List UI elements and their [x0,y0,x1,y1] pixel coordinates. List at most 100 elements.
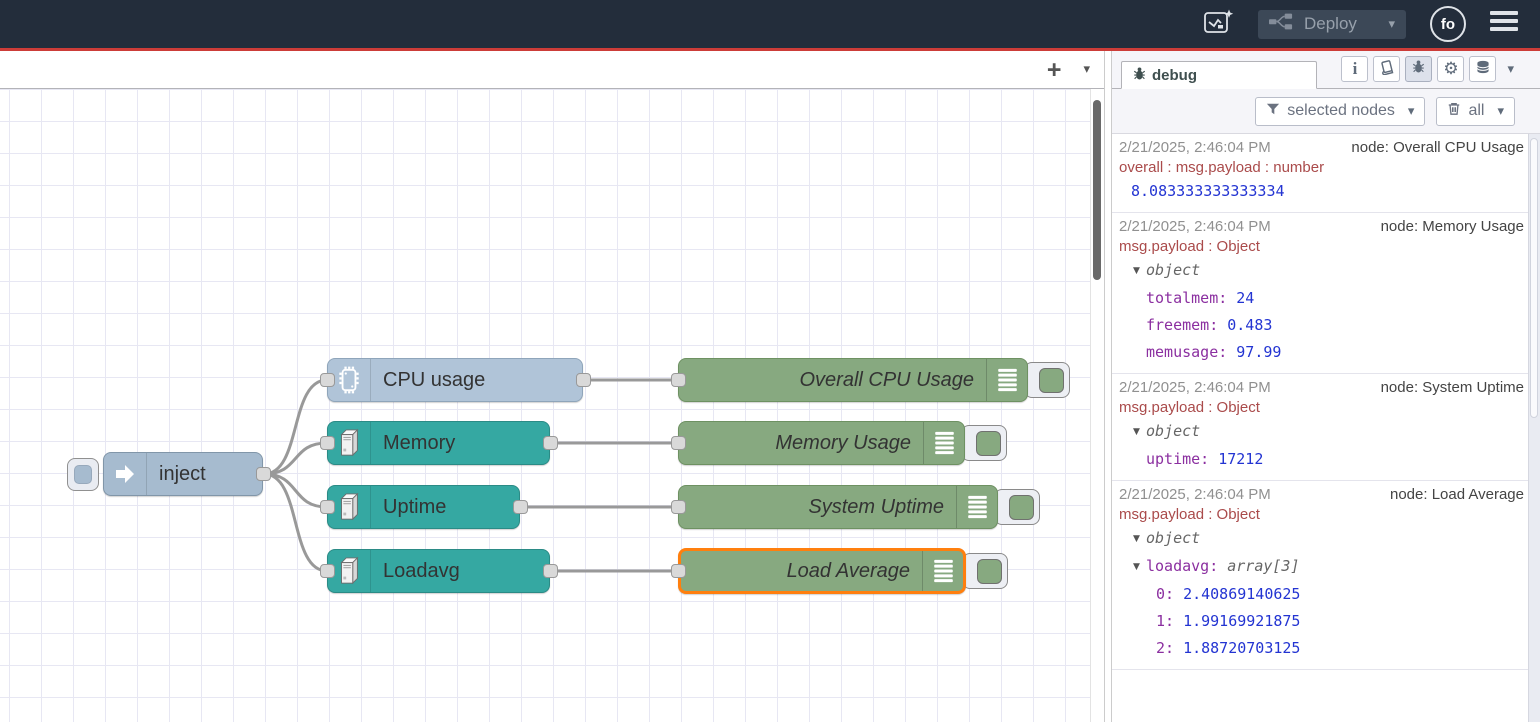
hamburger-menu-icon[interactable] [1490,11,1518,37]
bug-icon [1411,59,1426,79]
debug-toggle-cpu[interactable] [1024,362,1070,398]
message-value-row: totalmem:24 [1119,285,1524,312]
flow-canvas[interactable]: inject CPU usage [0,89,1104,722]
node-red-app: Deploy ▾ fo + ▾ [0,0,1540,722]
debug-toggle-memory[interactable] [961,425,1007,461]
node-label: Loadavg [371,560,549,583]
message-property: msg.payload : Object [1119,398,1524,418]
collapse-caret-icon[interactable]: ▼ [1133,526,1146,553]
port-inject-out[interactable] [256,467,271,481]
message-value-row: freemem:0.483 [1119,312,1524,339]
debug-tab-button[interactable] [1405,56,1432,82]
node-debug-uptime[interactable]: System Uptime [678,485,998,529]
trash-icon [1447,101,1461,121]
message-timestamp: 2/21/2025, 2:46:04 PM [1119,485,1271,505]
port-debug-uptime-in[interactable] [671,500,686,514]
sidebar-scrollbar-track[interactable] [1528,134,1540,722]
info-tab-button[interactable]: i [1341,56,1368,82]
collapse-caret-icon[interactable]: ▼ [1133,554,1146,581]
node-inject[interactable]: inject [103,452,263,496]
help-tab-button[interactable] [1373,56,1400,82]
header: Deploy ▾ fo [0,0,1540,48]
sidebar-tabs-caret-icon[interactable]: ▾ [1507,62,1514,77]
port-cpu-out[interactable] [576,373,591,387]
debug-list-icon [922,551,963,591]
port-memory-out[interactable] [543,436,558,450]
port-memory-in[interactable] [320,436,335,450]
debug-toggle-inner [976,431,1001,456]
debug-list-icon [986,359,1027,401]
debug-toggle-uptime[interactable] [994,489,1040,525]
debug-toggle-inner [1039,368,1064,393]
clear-messages-button[interactable]: all ▾ [1436,97,1515,126]
canvas-scrollbar-thumb[interactable] [1093,100,1101,280]
debug-message: 2/21/2025, 2:46:04 PM node: Load Average… [1112,481,1528,670]
context-tab-button[interactable] [1469,56,1496,82]
message-property: msg.payload : Object [1119,505,1524,525]
node-label: inject [147,463,262,486]
port-debug-memory-in[interactable] [671,436,686,450]
debug-message: 2/21/2025, 2:46:04 PM node: Overall CPU … [1112,134,1528,213]
message-timestamp: 2/21/2025, 2:46:04 PM [1119,378,1271,398]
workspace-tabbar: + ▾ [0,51,1104,89]
collapse-caret-icon[interactable]: ▼ [1133,258,1146,285]
message-value-row: ▼object [1119,418,1524,446]
deploy-nodes-icon [1269,13,1293,35]
inject-trigger-button[interactable] [67,458,99,491]
canvas-scrollbar-track[interactable] [1090,89,1104,722]
port-uptime-out[interactable] [513,500,528,514]
message-value-row: 2:1.88720703125 [1119,635,1524,662]
deploy-caret-icon[interactable]: ▾ [1388,17,1395,32]
filter-funnel-icon [1266,102,1280,121]
node-uptime[interactable]: Uptime [327,485,520,529]
sidebar-scrollbar-thumb[interactable] [1530,138,1538,418]
node-label: System Uptime [679,496,956,519]
debug-toggle-load[interactable] [962,553,1008,589]
message-source: node: Memory Usage [1381,217,1524,237]
tab-debug[interactable]: debug [1121,61,1317,89]
node-label: Uptime [371,496,519,519]
port-debug-cpu-in[interactable] [671,373,686,387]
flow-chart-sparkle-icon[interactable] [1202,7,1234,42]
config-tab-button[interactable]: ⚙ [1437,56,1464,82]
flow-list-caret-icon[interactable]: ▾ [1083,62,1090,77]
message-value-row: memusage:97.99 [1119,339,1524,366]
message-value-row: 8.083333333333334 [1119,178,1524,205]
port-uptime-in[interactable] [320,500,335,514]
clear-caret-icon: ▾ [1497,104,1504,119]
node-loadavg[interactable]: Loadavg [327,549,550,593]
sidebar: debug i [1112,51,1540,722]
node-memory[interactable]: Memory [327,421,550,465]
port-cpu-in[interactable] [320,373,335,387]
node-label: Load Average [681,560,922,583]
filter-label: selected nodes [1287,102,1395,120]
tab-debug-label: debug [1152,67,1197,84]
deploy-button[interactable]: Deploy ▾ [1258,10,1406,39]
node-debug-memory[interactable]: Memory Usage [678,421,965,465]
port-debug-load-in[interactable] [671,564,686,578]
message-source: node: Load Average [1390,485,1524,505]
add-flow-button[interactable]: + [1047,60,1062,80]
collapse-caret-icon[interactable]: ▼ [1133,419,1146,446]
clear-label: all [1468,102,1484,120]
node-label: Memory [371,432,549,455]
message-property: msg.payload : Object [1119,237,1524,257]
bug-icon [1132,66,1147,85]
debug-message: 2/21/2025, 2:46:04 PM node: System Uptim… [1112,374,1528,481]
sidebar-tabbar: debug i [1112,51,1540,89]
user-avatar[interactable]: fo [1430,6,1466,42]
message-property: overall : msg.payload : number [1119,158,1524,178]
message-timestamp: 2/21/2025, 2:46:04 PM [1119,138,1271,158]
filter-nodes-button[interactable]: selected nodes ▾ [1255,97,1425,126]
gear-icon: ⚙ [1443,59,1458,79]
port-loadavg-in[interactable] [320,564,335,578]
book-icon [1379,59,1395,80]
node-debug-load-average-selected[interactable]: Load Average [678,548,966,594]
sidebar-splitter[interactable] [1104,51,1112,722]
message-value-row: 0:2.40869140625 [1119,581,1524,608]
node-debug-overall-cpu[interactable]: Overall CPU Usage [678,358,1028,402]
debug-toolbar: selected nodes ▾ all ▾ [1112,89,1540,134]
message-value-row: ▼loadavg:array[3] [1119,553,1524,581]
node-cpu-usage[interactable]: CPU usage [327,358,583,402]
port-loadavg-out[interactable] [543,564,558,578]
